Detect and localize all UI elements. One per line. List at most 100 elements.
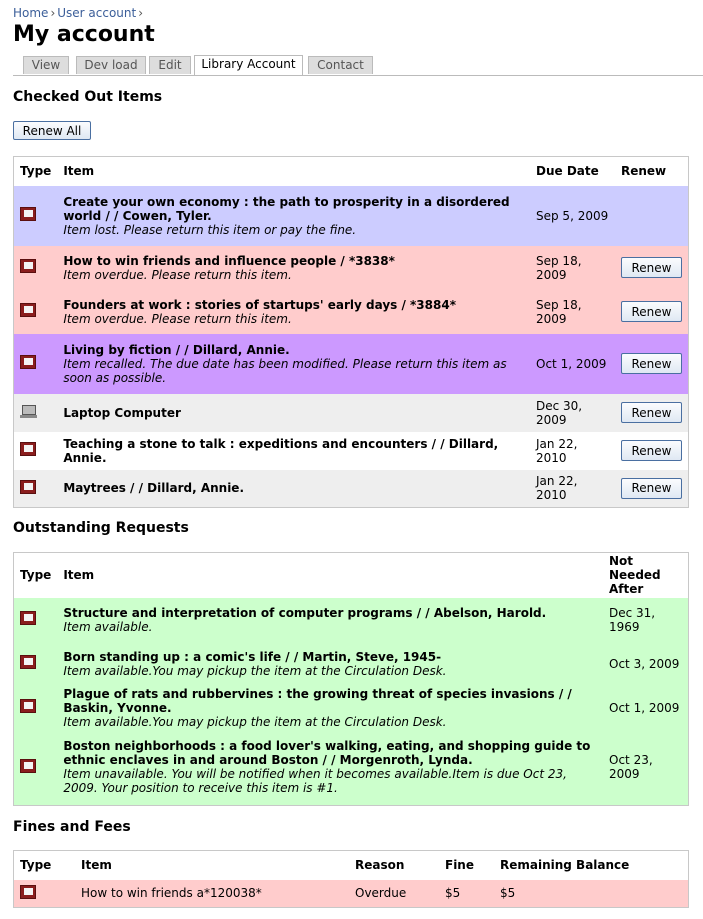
renew-button[interactable]: Renew	[621, 257, 682, 278]
breadcrumb-separator: ›	[50, 6, 56, 20]
renew-button[interactable]: Renew	[621, 353, 682, 374]
item-title[interactable]: Laptop Computer	[63, 406, 524, 420]
table-header-row: Type Item Not Needed After	[13, 552, 689, 598]
requests-section-title: Outstanding Requests	[13, 520, 189, 536]
item-title[interactable]: Founders at work : stories of startups' …	[63, 298, 524, 312]
item-title[interactable]: Create your own economy : the path to pr…	[63, 195, 524, 223]
item-title[interactable]: Structure and interpretation of computer…	[63, 606, 597, 620]
column-header-fine: Fine	[439, 850, 494, 880]
due-date: Dec 30, 2009	[536, 398, 583, 427]
page-title: My account	[13, 22, 155, 47]
table-row: Maytrees / / Dillard, Annie. Jan 22, 201…	[13, 469, 689, 508]
item-status-message: Item available.You may pickup the item a…	[63, 663, 447, 678]
table-row: Living by fiction / / Dillard, Annie. Ite…	[13, 333, 689, 394]
item-status-message: Item overdue. Please return this item.	[63, 311, 292, 326]
tab-contact[interactable]: Contact	[308, 56, 373, 74]
due-date: Sep 5, 2009	[536, 208, 609, 223]
renew-button[interactable]: Renew	[621, 402, 682, 423]
item-status-message: Item available.You may pickup the item a…	[63, 714, 447, 729]
book-icon	[20, 259, 36, 273]
table-row: Plague of rats and rubbervines : the gro…	[13, 685, 689, 730]
column-header-reason: Reason	[349, 850, 439, 880]
item-title[interactable]: Boston neighborhoods : a food lover's wa…	[63, 739, 597, 767]
column-header-item: Item	[75, 850, 349, 880]
table-row: Create your own economy : the path to pr…	[13, 185, 689, 246]
table-row: How to win friends a*120038* Overdue $5 …	[13, 879, 689, 908]
book-icon	[20, 442, 36, 456]
table-row: Founders at work : stories of startups' …	[13, 289, 689, 334]
due-date: Jan 22, 2010	[536, 436, 578, 465]
due-date: Jan 22, 2010	[536, 474, 578, 503]
due-date: Oct 1, 2009	[536, 356, 607, 371]
tab-edit[interactable]: Edit	[149, 56, 191, 74]
column-header-type: Type	[13, 552, 58, 598]
item-status-message: Item recalled. The due date has been mod…	[63, 356, 507, 385]
item-status-message: Item available.	[63, 619, 153, 634]
fine-item: How to win friends a*120038*	[81, 886, 262, 901]
column-header-remaining-balance: Remaining Balance	[494, 850, 689, 880]
not-needed-after-date: Oct 3, 2009	[609, 656, 680, 671]
item-title[interactable]: Born standing up : a comic's life / / Ma…	[63, 650, 597, 664]
not-needed-after-date: Oct 23, 2009	[609, 753, 653, 782]
table-row: Boston neighborhoods : a food lover's wa…	[13, 729, 689, 806]
table-header-row: Type Item Due Date Renew	[13, 156, 689, 186]
book-icon	[20, 758, 36, 773]
book-icon	[20, 355, 36, 369]
item-title[interactable]: Plague of rats and rubbervines : the gro…	[63, 687, 597, 715]
table-row: How to win friends and influence people …	[13, 245, 689, 290]
breadcrumb-home-link[interactable]: Home	[13, 6, 48, 20]
book-icon	[20, 479, 36, 494]
not-needed-after-date: Oct 1, 2009	[609, 700, 680, 715]
tab-library-account[interactable]: Library Account	[194, 55, 303, 75]
table-header-row: Type Item Reason Fine Remaining Balance	[13, 850, 689, 880]
book-icon	[20, 699, 36, 713]
checked-out-table: Type Item Due Date Renew Create your own…	[13, 156, 689, 508]
book-icon	[20, 884, 36, 899]
column-header-type: Type	[13, 156, 58, 186]
table-row: Teaching a stone to talk : expeditions a…	[13, 431, 689, 470]
item-title[interactable]: Living by fiction / / Dillard, Annie.	[63, 343, 524, 357]
table-row: Laptop Computer Dec 30, 2009 Renew	[13, 393, 689, 432]
column-header-type: Type	[13, 850, 75, 880]
due-date: Sep 18, 2009	[536, 253, 582, 282]
item-status-message: Item unavailable. You will be notified w…	[63, 767, 567, 796]
tab-view[interactable]: View	[23, 56, 69, 74]
item-status-message: Item lost. Please return this item or pa…	[63, 222, 357, 237]
not-needed-after-date: Dec 31, 1969	[609, 605, 656, 634]
renew-button[interactable]: Renew	[621, 477, 682, 499]
tab-dev-load[interactable]: Dev load	[76, 56, 146, 74]
item-title[interactable]: Maytrees / / Dillard, Annie.	[63, 481, 524, 495]
fine-amount: $5	[445, 886, 461, 901]
table-row: Structure and interpretation of computer…	[13, 597, 689, 642]
breadcrumb-user-account-link[interactable]: User account	[57, 6, 136, 20]
tab-bar: View Dev load Edit Library Account Conta…	[13, 55, 703, 76]
column-header-due-date: Due Date	[530, 156, 615, 186]
fines-table: Type Item Reason Fine Remaining Balance …	[13, 850, 689, 908]
book-icon	[20, 655, 36, 669]
item-title[interactable]: How to win friends and influence people …	[63, 254, 524, 268]
column-header-renew: Renew	[615, 156, 689, 186]
due-date: Sep 18, 2009	[536, 297, 582, 326]
requests-table: Type Item Not Needed After Structure and …	[13, 552, 689, 806]
checked-out-section-title: Checked Out Items	[13, 89, 163, 105]
header-line: Not Needed	[609, 554, 661, 583]
book-icon	[20, 303, 36, 317]
renew-all-button[interactable]: Renew All	[13, 121, 91, 140]
fines-section-title: Fines and Fees	[13, 819, 131, 835]
remaining-balance: $5	[500, 886, 516, 901]
renew-button[interactable]: Renew	[621, 440, 682, 461]
breadcrumb-separator: ›	[138, 6, 144, 20]
laptop-icon	[20, 404, 37, 418]
item-status-message: Item overdue. Please return this item.	[63, 267, 292, 282]
column-header-not-needed-after: Not Needed After	[603, 552, 689, 598]
renew-button[interactable]: Renew	[621, 301, 682, 322]
column-header-item: Item	[57, 156, 530, 186]
book-icon	[20, 611, 36, 625]
book-icon	[20, 207, 36, 221]
breadcrumb: Home › User account ›	[13, 6, 145, 20]
fine-reason: Overdue	[355, 886, 407, 901]
column-header-item: Item	[57, 552, 603, 598]
header-line: After	[609, 582, 644, 597]
table-row: Born standing up : a comic's life / / Ma…	[13, 641, 689, 686]
item-title[interactable]: Teaching a stone to talk : expeditions a…	[63, 437, 524, 465]
